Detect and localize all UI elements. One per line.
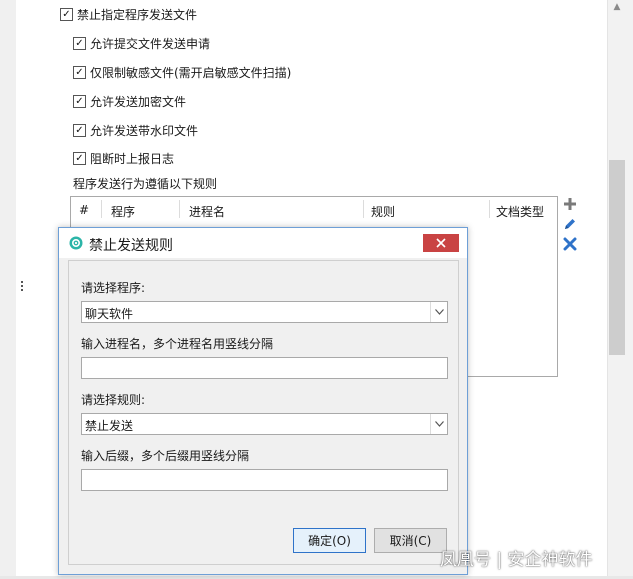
block-send-rule-dialog: 禁止发送规则 请选择程序: 聊天软件 输入进程名，多个进程名用竖线分隔 请选择规… (58, 227, 468, 575)
checkbox-label: 允许发送加密文件 (90, 95, 187, 109)
sensitive-only-checkbox[interactable]: ✓ 仅限制敏感文件(需开启敏感文件扫描) (73, 64, 291, 81)
edit-rule-button[interactable] (563, 217, 577, 231)
ok-button[interactable]: 确定(O) (293, 528, 366, 553)
dialog-title: 禁止发送规则 (89, 238, 173, 254)
checkbox-label: 允许发送带水印文件 (90, 124, 199, 138)
column-header-index[interactable]: # (79, 203, 89, 217)
scroll-up-icon[interactable]: ▲ (612, 2, 622, 12)
cancel-button[interactable]: 取消(C) (374, 528, 447, 553)
dialog-close-button[interactable] (423, 234, 459, 252)
program-label: 请选择程序: (81, 281, 146, 295)
suffix-input[interactable] (81, 469, 448, 491)
x-icon (563, 237, 577, 251)
rule-select[interactable]: 禁止发送 (81, 413, 448, 435)
checkbox-label: 禁止指定程序发送文件 (77, 8, 198, 22)
report-log-checkbox[interactable]: ✓ 阻断时上报日志 (73, 150, 174, 167)
checkbox-label: 阻断时上报日志 (90, 152, 175, 166)
allow-request-checkbox[interactable]: ✓ 允许提交文件发送申请 (73, 35, 210, 52)
checkbox-checked-icon[interactable]: ✓ (73, 95, 86, 108)
suffix-label: 输入后缀，多个后缀用竖线分隔 (81, 449, 250, 463)
column-divider (363, 200, 364, 218)
column-header-program[interactable]: 程序 (111, 203, 135, 220)
watermark: 凤凰号 | 安企神软件 (440, 550, 593, 570)
dialog-content-panel: 请选择程序: 聊天软件 输入进程名，多个进程名用竖线分隔 请选择规则: 禁止发送… (68, 260, 459, 565)
checkbox-checked-icon[interactable]: ✓ (73, 152, 86, 165)
checkbox-label: 允许提交文件发送申请 (90, 37, 211, 51)
splitter-grip-dot (21, 285, 23, 287)
chevron-down-icon[interactable] (430, 302, 447, 322)
allow-encrypted-checkbox[interactable]: ✓ 允许发送加密文件 (73, 93, 186, 110)
scrollbar-thumb[interactable] (609, 160, 625, 355)
checkbox-label: 仅限制敏感文件(需开启敏感文件扫描) (90, 66, 292, 80)
splitter-grip-dot (21, 289, 23, 291)
splitter-grip-dot (21, 281, 23, 283)
checkbox-checked-icon[interactable]: ✓ (73, 37, 86, 50)
dialog-title-bar[interactable]: 禁止发送规则 (59, 228, 467, 258)
add-rule-button[interactable] (563, 197, 577, 211)
column-divider (489, 200, 490, 218)
checkbox-checked-icon[interactable]: ✓ (60, 8, 73, 21)
rule-label: 请选择规则: (81, 393, 146, 407)
column-header-process[interactable]: 进程名 (189, 203, 225, 220)
program-select-value: 聊天软件 (85, 307, 134, 321)
checkbox-checked-icon[interactable]: ✓ (73, 66, 86, 79)
allow-watermark-checkbox[interactable]: ✓ 允许发送带水印文件 (73, 122, 198, 139)
column-header-rule[interactable]: 规则 (371, 203, 395, 220)
process-label: 输入进程名，多个进程名用竖线分隔 (81, 337, 274, 351)
block-program-send-checkbox[interactable]: ✓ 禁止指定程序发送文件 (60, 6, 197, 23)
column-header-doc-type[interactable]: 文档类型 (496, 203, 544, 220)
column-divider (179, 200, 180, 218)
column-divider (101, 200, 102, 218)
chevron-down-icon[interactable] (430, 414, 447, 434)
delete-rule-button[interactable] (563, 237, 577, 251)
rule-select-value: 禁止发送 (85, 419, 134, 433)
rules-caption: 程序发送行为遵循以下规则 (73, 177, 218, 191)
rules-table-header: # 程序 进程名 规则 文档类型 (71, 197, 557, 223)
pencil-icon (565, 219, 575, 229)
process-name-input[interactable] (81, 357, 448, 379)
close-icon (436, 238, 446, 248)
plus-icon (564, 198, 576, 210)
checkbox-checked-icon[interactable]: ✓ (73, 124, 86, 137)
shield-icon (69, 236, 83, 250)
left-panel-strip (0, 0, 16, 579)
program-select[interactable]: 聊天软件 (81, 301, 448, 323)
